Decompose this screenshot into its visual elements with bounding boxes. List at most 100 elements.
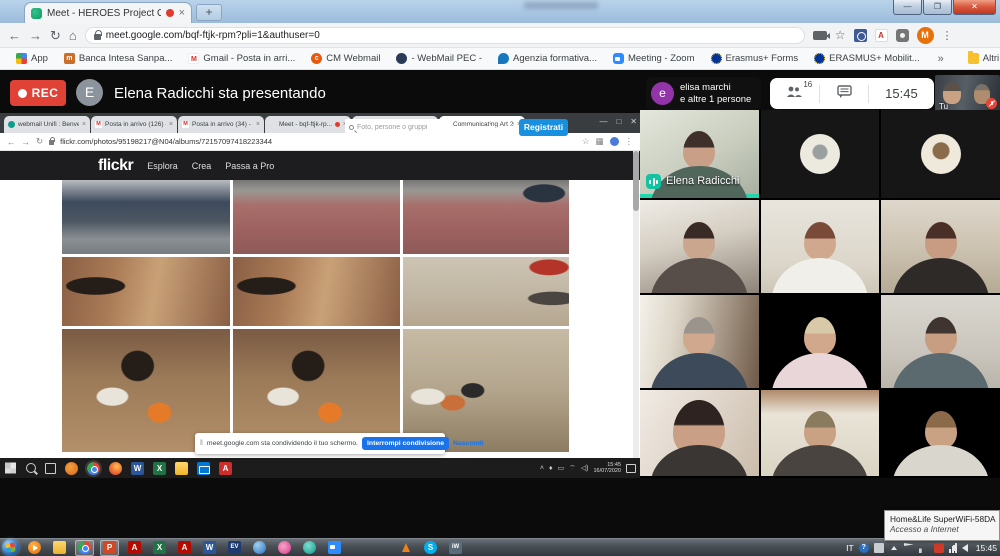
bookmark-star-icon[interactable]: ☆ xyxy=(582,136,590,147)
shared-url-text[interactable]: flickr.com/photos/95198217@N04/albums/72… xyxy=(60,137,576,146)
minimize-button[interactable]: — xyxy=(893,0,922,15)
participant-tile-avatar[interactable] xyxy=(761,110,880,198)
bookmark-agenzia[interactable]: Agenzia formativa... xyxy=(492,50,603,68)
album-photo[interactable] xyxy=(62,257,230,326)
flickr-search-box[interactable] xyxy=(345,119,451,136)
minimize-button[interactable]: — xyxy=(599,113,607,131)
file-explorer-icon[interactable] xyxy=(175,462,188,475)
participants-button[interactable]: 16 xyxy=(786,85,803,103)
bookmark-gmail[interactable]: M Gmail - Posta in arri... xyxy=(182,50,301,68)
zoom-icon[interactable] xyxy=(328,541,341,554)
camera-icon[interactable] xyxy=(813,31,827,40)
flickr-nav-crea[interactable]: Crea xyxy=(192,161,212,171)
extensions-puzzle-icon[interactable] xyxy=(896,29,909,42)
album-photo[interactable] xyxy=(62,180,230,254)
word-icon[interactable]: W xyxy=(203,541,216,554)
album-photo[interactable] xyxy=(403,180,569,254)
network-icon[interactable]: ⌔ xyxy=(569,464,576,473)
network-icon[interactable] xyxy=(919,543,929,553)
browser-menu-icon[interactable]: ⋮ xyxy=(625,136,634,147)
app-ev-icon[interactable]: EV xyxy=(228,541,241,554)
close-button[interactable]: ✕ xyxy=(953,0,996,15)
participant-tile-elena[interactable]: Elena Radicchi xyxy=(640,110,759,198)
back-icon[interactable]: ← xyxy=(8,29,21,42)
volume-icon[interactable]: ◁) xyxy=(581,464,589,472)
roster-pill[interactable]: e elisa marchi e altre 1 persone xyxy=(646,77,761,110)
chrome-icon[interactable] xyxy=(78,541,91,554)
address-bar[interactable]: meet.google.com/bqf-ftjk-rpm?pli=1&authu… xyxy=(85,27,805,44)
profile-avatar[interactable] xyxy=(610,137,619,146)
acrobat-icon[interactable]: A xyxy=(219,462,232,475)
participant-tile[interactable] xyxy=(761,200,880,293)
flickr-nav-pro[interactable]: Passa a Pro xyxy=(225,161,274,171)
app-teal-icon[interactable] xyxy=(303,541,316,554)
shared-tab-inbox-34[interactable]: M Posta in arrivo (34) - el... × xyxy=(178,116,264,133)
bookmark-star-icon[interactable]: ☆ xyxy=(835,28,846,42)
bookmarks-overflow-chevron[interactable]: » xyxy=(934,53,948,65)
chat-button[interactable] xyxy=(837,85,852,103)
help-icon[interactable]: ? xyxy=(859,543,869,553)
mail-icon[interactable] xyxy=(197,462,210,475)
flickr-nav-esplora[interactable]: Esplora xyxy=(147,161,178,171)
participant-tile[interactable] xyxy=(761,295,880,388)
media-player-icon[interactable] xyxy=(28,541,41,554)
participant-tile[interactable] xyxy=(640,200,759,293)
stop-sharing-button[interactable]: Interrompi condivisione xyxy=(362,437,449,450)
close-icon[interactable]: × xyxy=(256,121,260,128)
pdf-extension-icon[interactable]: A xyxy=(875,29,888,42)
participant-tile-avatar[interactable] xyxy=(881,110,1000,198)
maximize-button[interactable]: □ xyxy=(616,113,621,131)
start-orb-icon[interactable] xyxy=(2,539,19,556)
new-tab-button[interactable]: + xyxy=(196,4,222,21)
participant-tile[interactable] xyxy=(640,295,759,388)
alert-icon[interactable] xyxy=(934,543,944,553)
close-icon[interactable]: × xyxy=(82,121,86,128)
skype-icon[interactable]: S xyxy=(424,541,437,554)
powerpoint-icon[interactable] xyxy=(65,462,78,475)
taskbar-clock[interactable]: 15:45 xyxy=(976,543,997,553)
tray-expand-icon[interactable] xyxy=(889,543,899,553)
app-blue-icon[interactable] xyxy=(253,541,266,554)
bookmark-zoom[interactable]: Meeting - Zoom xyxy=(607,50,701,68)
scrollbar-thumb[interactable] xyxy=(633,151,639,211)
flickr-logo[interactable]: flickr xyxy=(98,157,133,175)
shared-tab-meet[interactable]: Meet - bqf-ftjk-rp... × xyxy=(265,116,351,133)
album-photo[interactable] xyxy=(233,257,400,326)
device-icon[interactable] xyxy=(874,543,884,553)
reload-icon[interactable]: ↻ xyxy=(50,29,61,42)
participant-tile[interactable] xyxy=(761,390,880,476)
bookmark-webmail-pec[interactable]: - WebMail PEC - xyxy=(390,50,488,68)
tray-chevron-icon[interactable]: ˄ xyxy=(540,465,544,472)
restore-button[interactable]: ❐ xyxy=(923,0,952,15)
signup-button[interactable]: Registrati xyxy=(519,119,568,136)
app-iw-icon[interactable]: iW xyxy=(449,541,462,554)
language-indicator[interactable]: IT xyxy=(846,543,854,553)
bookmark-erasmus-forms[interactable]: Erasmus+ Forms xyxy=(705,50,805,68)
excel-icon[interactable]: X xyxy=(153,462,166,475)
participant-tile[interactable] xyxy=(881,200,1000,293)
back-icon[interactable]: ← xyxy=(7,137,16,147)
action-center-icon[interactable] xyxy=(626,464,636,473)
task-view-icon[interactable] xyxy=(45,463,56,474)
excel-icon[interactable]: X xyxy=(153,541,166,554)
firefox-icon[interactable] xyxy=(109,462,122,475)
vlc-icon[interactable] xyxy=(399,541,412,554)
album-photo[interactable] xyxy=(233,180,400,254)
close-button[interactable]: ✕ xyxy=(630,113,637,131)
upload-cloud-icon[interactable]: ☁ xyxy=(461,118,474,134)
hide-notification-link[interactable]: Nascondi xyxy=(453,440,484,447)
profile-avatar[interactable]: M xyxy=(917,27,934,44)
home-icon[interactable]: ⌂ xyxy=(69,29,77,42)
url-text[interactable]: meet.google.com/bqf-ftjk-rpm?pli=1&authu… xyxy=(106,30,320,41)
other-bookmarks-folder[interactable]: Altri Preferiti xyxy=(962,50,1000,68)
search-input[interactable] xyxy=(357,124,443,131)
word-icon[interactable]: W xyxy=(131,462,144,475)
volume-icon[interactable] xyxy=(962,544,968,552)
file-explorer-icon[interactable] xyxy=(53,541,66,554)
apps-shortcut[interactable]: App xyxy=(10,50,54,68)
browser-tab-meet[interactable]: Meet - HEROES Project ONLI × xyxy=(24,2,192,23)
participant-tile[interactable] xyxy=(640,390,759,476)
bookmark-erasmus-mobilit[interactable]: ERASMUS+ Mobilit... xyxy=(808,50,926,68)
powerpoint-icon[interactable]: P xyxy=(103,541,116,554)
bookmark-cm-webmail[interactable]: c CM Webmail xyxy=(305,50,386,68)
